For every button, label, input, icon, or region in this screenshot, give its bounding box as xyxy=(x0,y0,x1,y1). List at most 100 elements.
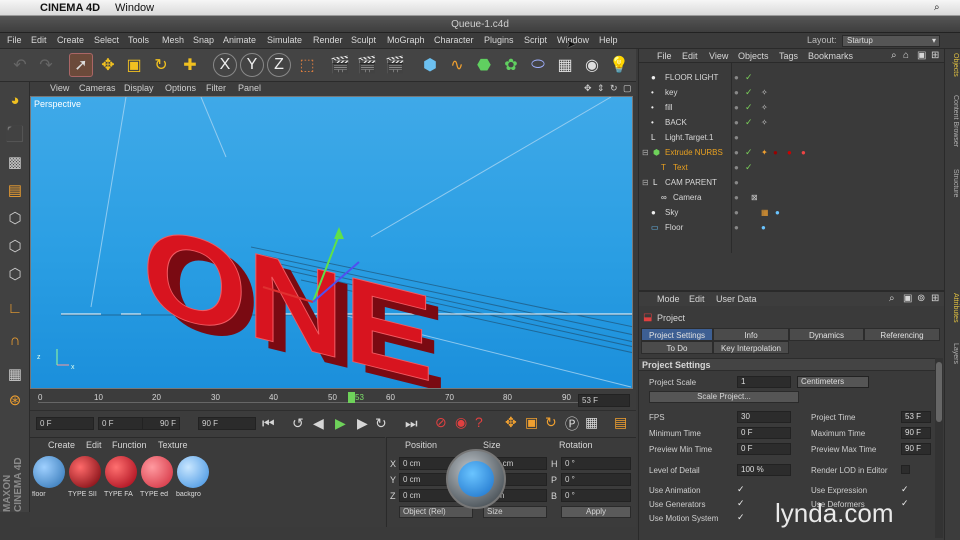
project-scale-unit-dropdown[interactable]: Centimeters xyxy=(797,376,869,388)
menu-plugins[interactable]: Plugins xyxy=(484,35,514,45)
dock-tab-structure[interactable]: Structure xyxy=(947,169,959,197)
lod-field[interactable]: 100 % xyxy=(737,464,791,476)
key-param-icon[interactable]: Ⓟ xyxy=(565,414,579,434)
model-mode-icon[interactable]: ⬛ xyxy=(3,122,27,146)
mat-menu-edit[interactable]: Edit xyxy=(86,440,102,450)
mac-window-menu[interactable]: Window xyxy=(115,2,154,14)
texture-mode-icon[interactable]: ▩ xyxy=(3,150,27,174)
edges-mode-icon[interactable]: ⬡ xyxy=(3,234,27,258)
toggle-view-icon[interactable]: ▢ xyxy=(623,83,632,94)
step-back-icon[interactable]: ◀ xyxy=(313,415,324,432)
rotation-p-field[interactable]: 0 ° xyxy=(561,473,631,486)
key-pla-icon[interactable]: ▦ xyxy=(585,414,598,431)
mat-menu-create[interactable]: Create xyxy=(48,440,75,450)
object-row[interactable]: • key ● ✓ ✧ xyxy=(639,85,945,100)
prev-key-icon[interactable]: ↺ xyxy=(292,415,304,432)
layout-dropdown[interactable]: Startup ▾ xyxy=(842,35,940,47)
menu-script[interactable]: Script xyxy=(524,35,547,45)
lock-icon[interactable]: ▣ xyxy=(917,50,926,61)
object-row[interactable]: L Light.Target.1 ● xyxy=(639,130,945,145)
coord-mode-dropdown[interactable]: Object (Rel) xyxy=(399,506,473,518)
material-type-sii[interactable] xyxy=(69,456,101,488)
rotation-h-field[interactable]: 0 ° xyxy=(561,457,631,470)
dock-tab-objects[interactable]: Objects xyxy=(947,53,959,77)
fps-field[interactable]: 30 xyxy=(737,411,791,423)
render-picture-viewer-icon[interactable]: 🎬 xyxy=(355,53,379,77)
vp-menu-view[interactable]: View xyxy=(50,83,69,93)
apply-button[interactable]: Apply xyxy=(561,506,631,518)
mat-menu-function[interactable]: Function xyxy=(112,440,147,450)
tab-project-settings[interactable]: Project Settings xyxy=(641,328,713,341)
object-row[interactable]: ▭ Floor ● ● xyxy=(639,220,945,235)
max-time-field[interactable]: 90 F xyxy=(901,427,931,439)
mat-menu-texture[interactable]: Texture xyxy=(158,440,188,450)
search-icon[interactable]: ⌕ xyxy=(889,293,895,304)
object-row[interactable]: T Text ● ✓ xyxy=(639,160,945,175)
redo-icon[interactable]: ↷ xyxy=(34,53,58,77)
rotation-b-field[interactable]: 0 ° xyxy=(561,489,631,502)
preview-max-time-field[interactable]: 90 F xyxy=(901,443,931,455)
mograph-icon[interactable]: ✿ xyxy=(499,53,523,77)
lock-icon[interactable]: ▣ xyxy=(903,293,912,304)
menu-mesh[interactable]: Mesh xyxy=(162,35,184,45)
preview-min-time-field[interactable]: 0 F xyxy=(737,443,791,455)
menu-render[interactable]: Render xyxy=(313,35,343,45)
polygons-mode-icon[interactable]: ⬡ xyxy=(3,262,27,286)
mac-app-menu[interactable]: CINEMA 4D xyxy=(40,2,100,14)
attr-menu-mode[interactable]: Mode xyxy=(657,294,680,304)
rotate-view-icon[interactable]: ↻ xyxy=(610,83,618,94)
menu-snap[interactable]: Snap xyxy=(193,35,214,45)
preview-max-field[interactable]: 90 F xyxy=(142,417,180,430)
menu-mograph[interactable]: MoGraph xyxy=(387,35,425,45)
goto-end-2-icon[interactable]: ⏭ xyxy=(405,415,418,432)
x-axis-icon[interactable]: X xyxy=(213,53,237,77)
light-icon[interactable]: 💡 xyxy=(607,53,631,77)
menu-edit[interactable]: Edit xyxy=(31,35,47,45)
home-icon[interactable]: ⌂ xyxy=(903,50,909,61)
object-row[interactable]: ● Sky ● ▦ ● xyxy=(639,205,945,220)
move-view-icon[interactable]: ✥ xyxy=(584,83,592,94)
workplane-icon[interactable]: ▤ xyxy=(3,178,27,202)
menu-animate[interactable]: Animate xyxy=(223,35,256,45)
menu-tools[interactable]: Tools xyxy=(128,35,149,45)
add-object-icon[interactable]: ✚ xyxy=(178,53,202,77)
object-row[interactable]: • BACK ● ✓ ✧ xyxy=(639,115,945,130)
start-frame-field[interactable]: 0 F xyxy=(36,417,94,430)
live-selection-icon[interactable]: ➚ xyxy=(69,53,93,77)
play-icon[interactable]: ▶ xyxy=(335,415,346,432)
menu-help[interactable]: Help xyxy=(599,35,618,45)
object-row[interactable]: ∞ Camera ● ⊠ xyxy=(639,190,945,205)
environment-icon[interactable]: ▦ xyxy=(553,53,577,77)
vp-menu-filter[interactable]: Filter xyxy=(206,83,226,93)
menu-file[interactable]: File xyxy=(7,35,22,45)
menu-sculpt[interactable]: Sculpt xyxy=(351,35,376,45)
make-editable-icon[interactable]: ◕ xyxy=(3,88,27,112)
tab-todo[interactable]: To Do xyxy=(641,341,713,354)
tab-key-interpolation[interactable]: Key Interpolation xyxy=(713,341,789,354)
dock-tab-layers[interactable]: Layers xyxy=(947,343,959,364)
scale-project-button[interactable]: Scale Project... xyxy=(649,391,799,403)
dock-tab-attributes[interactable]: Attributes xyxy=(947,293,959,323)
deformer-icon[interactable]: ⬭ xyxy=(526,53,550,77)
object-row[interactable]: ⊟ ⬢ Extrude NURBS ● ✓ ✦ ● ● ● xyxy=(639,145,945,160)
viewport[interactable]: ONE ONE zx Perspective xyxy=(30,96,633,389)
new-window-icon[interactable]: ⊞ xyxy=(931,293,939,304)
tab-dynamics[interactable]: Dynamics xyxy=(789,328,864,341)
material-background[interactable] xyxy=(177,456,209,488)
axis-mode-icon[interactable]: ∟ xyxy=(3,296,27,320)
render-lod-checkbox[interactable] xyxy=(901,465,910,474)
points-mode-icon[interactable]: ⬡ xyxy=(3,206,27,230)
playhead[interactable] xyxy=(348,392,355,403)
size-mode-dropdown[interactable]: Size xyxy=(483,506,547,518)
history-icon[interactable]: ⊚ xyxy=(917,293,925,304)
dock-tab-content-browser[interactable]: Content Browser xyxy=(947,95,959,147)
key-rotation-icon[interactable]: ↻ xyxy=(545,414,557,431)
step-forward-icon[interactable]: ▶ xyxy=(357,415,368,432)
vp-menu-options[interactable]: Options xyxy=(165,83,196,93)
tab-info[interactable]: Info xyxy=(713,328,789,341)
vp-menu-cameras[interactable]: Cameras xyxy=(79,83,116,93)
dolly-view-icon[interactable]: ⇕ xyxy=(597,83,605,94)
goto-start-icon[interactable]: ⏮ xyxy=(262,415,275,432)
cube-icon[interactable]: ⬢ xyxy=(418,53,442,77)
use-expression-checkbox[interactable]: ✓ xyxy=(901,485,910,494)
